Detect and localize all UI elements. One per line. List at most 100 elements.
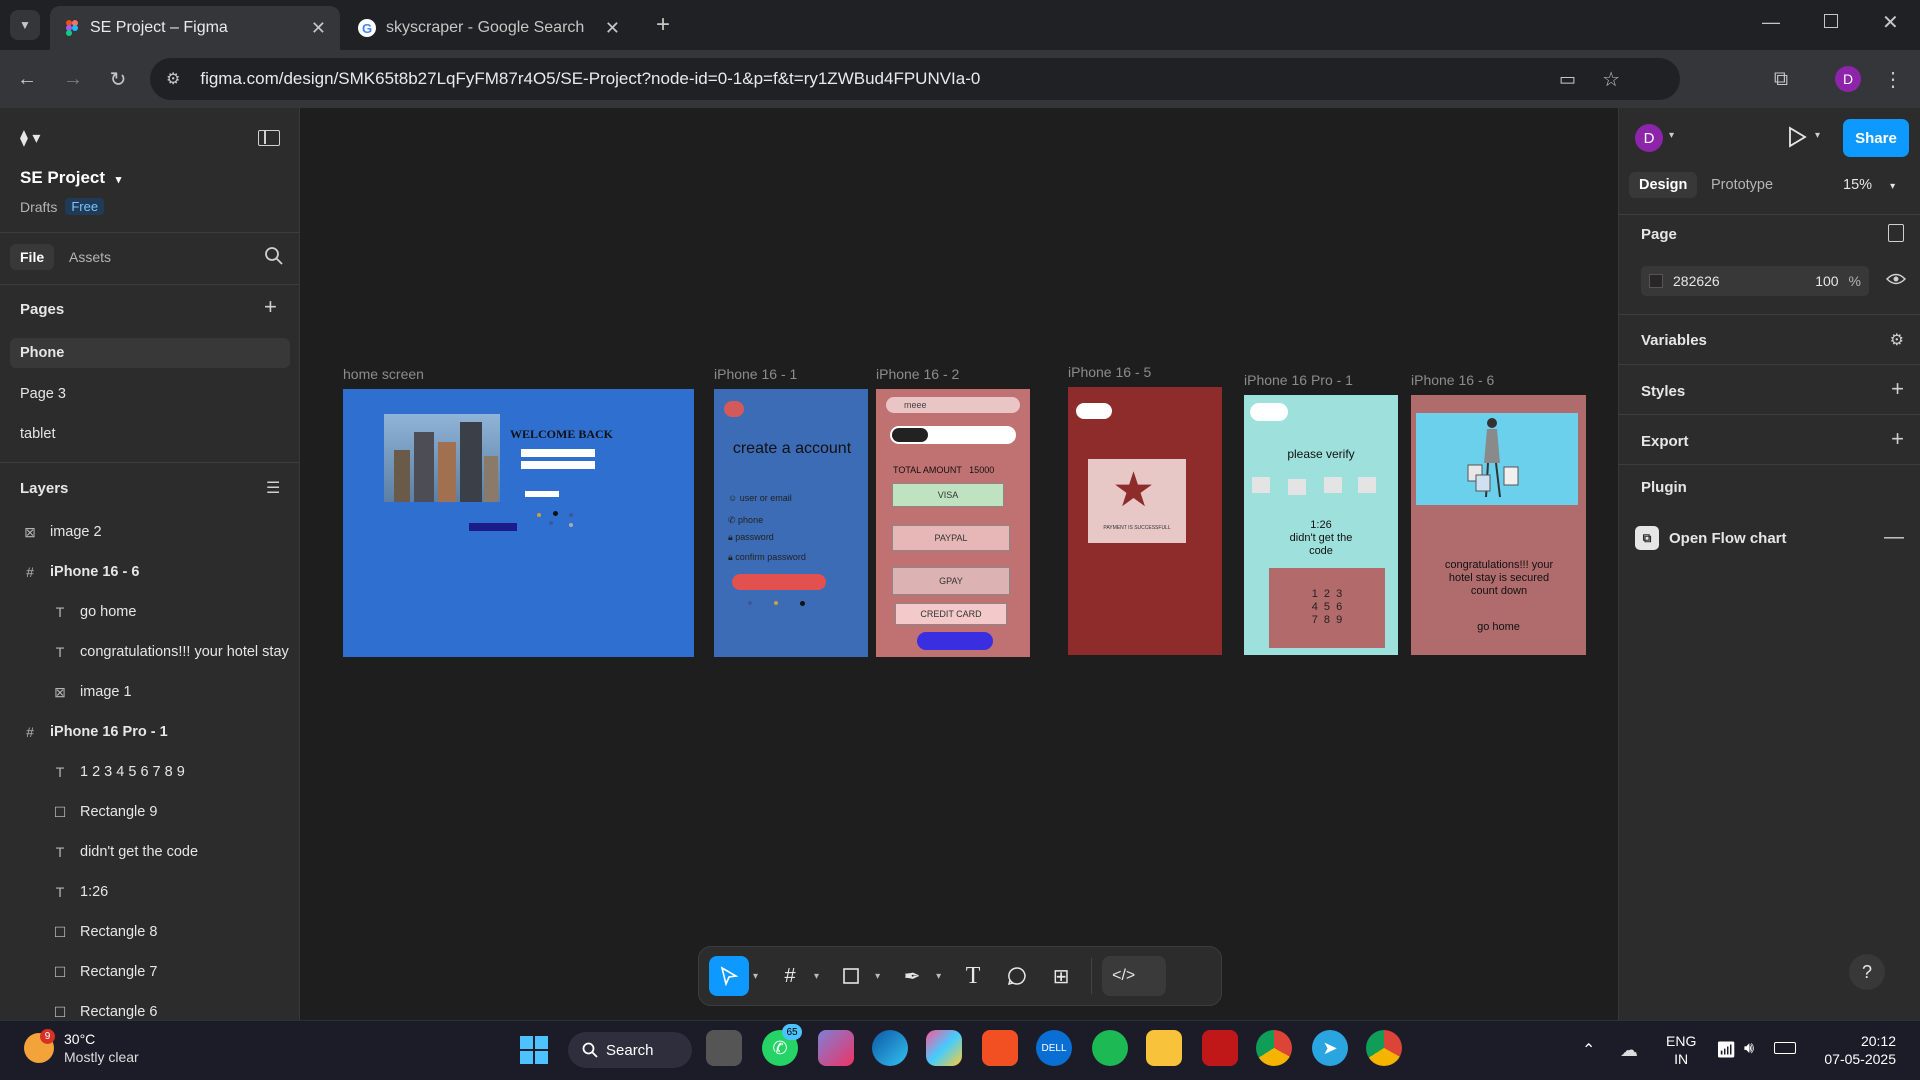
weather-widget[interactable]: 9 30°C Mostly clear <box>24 1029 139 1066</box>
chevron-down-icon[interactable]: ▾ <box>936 971 941 982</box>
frame-label-iphone-16-pro-1[interactable]: iPhone 16 Pro - 1 <box>1244 372 1353 388</box>
frame-label-iphone-16-2[interactable]: iPhone 16 - 2 <box>876 366 959 382</box>
add-style-icon[interactable]: + <box>1891 376 1904 402</box>
add-export-icon[interactable]: + <box>1891 426 1904 452</box>
photos-icon[interactable] <box>818 1030 854 1066</box>
search-layers-icon[interactable] <box>264 246 284 266</box>
page-item-phone[interactable]: Phone <box>10 338 290 368</box>
layer-row[interactable]: # iPhone 16 Pro - 1 <box>0 712 299 752</box>
frame-label-iphone-16-5[interactable]: iPhone 16 - 5 <box>1068 364 1151 380</box>
windows-start-icon[interactable] <box>520 1036 548 1064</box>
minimize-button[interactable]: — <box>1762 12 1780 33</box>
tab-search-dropdown[interactable]: ▼ <box>10 10 40 40</box>
copilot-icon[interactable] <box>926 1030 962 1066</box>
dev-mode-icon[interactable]: </> <box>1102 956 1167 996</box>
page-opacity[interactable]: 100 <box>1815 273 1838 289</box>
show-hidden-icons[interactable]: ⌃ <box>1582 1040 1595 1060</box>
forward-icon[interactable]: → <box>58 64 88 94</box>
page-item-page-3[interactable]: Page 3 <box>20 386 66 402</box>
layer-row[interactable]: Tdidn't get the code <box>0 832 299 872</box>
remove-plugin-icon[interactable]: — <box>1884 526 1904 549</box>
frame-iphone-16-5[interactable]: ★ PAYMENT IS SUCCESSFULL <box>1068 387 1222 655</box>
omnibox[interactable]: ⚙ figma.com/design/SMK65t8b27LqFyFM87r4O… <box>150 58 1680 100</box>
task-view-icon[interactable] <box>706 1030 742 1066</box>
close-tab-icon[interactable]: ✕ <box>311 18 326 39</box>
frame-home-screen[interactable]: WELCOME BACK <box>343 389 694 657</box>
file-explorer-icon[interactable] <box>1146 1030 1182 1066</box>
move-tool-icon[interactable] <box>709 956 749 996</box>
reload-icon[interactable]: ↻ <box>103 64 133 94</box>
chevron-down-icon[interactable]: ▾ <box>875 971 880 982</box>
share-button[interactable]: Share <box>1843 119 1909 157</box>
spotify-icon[interactable] <box>1092 1030 1128 1066</box>
telegram-icon[interactable]: ➤ <box>1312 1030 1348 1066</box>
color-swatch[interactable] <box>1649 274 1663 288</box>
eye-icon[interactable] <box>1886 272 1906 286</box>
layer-row[interactable]: T 1 2 3 4 5 6 7 8 9 <box>0 752 299 792</box>
restore-button[interactable] <box>1824 14 1838 28</box>
frame-iphone-16-pro-1[interactable]: please verify 1:26 didn't get the code 1… <box>1244 395 1398 655</box>
edge-icon[interactable] <box>872 1030 908 1066</box>
cast-icon[interactable]: ▭ <box>1559 69 1576 90</box>
url-text[interactable]: figma.com/design/SMK65t8b27LqFyFM87r4O5/… <box>200 69 980 89</box>
tab-design[interactable]: Design <box>1629 172 1698 198</box>
site-settings-icon[interactable]: ⚙ <box>166 69 180 89</box>
layer-row[interactable]: ☐ Rectangle 9 <box>0 792 299 832</box>
rectangle-tool-icon[interactable] <box>831 956 871 996</box>
zoom-control[interactable]: 15% ▾ <box>1843 177 1895 193</box>
chrome-profile-icon[interactable] <box>1366 1030 1402 1066</box>
extensions-icon[interactable]: ⧉ <box>1766 64 1796 94</box>
tab-assets[interactable]: Assets <box>69 249 111 265</box>
browser-menu-icon[interactable]: ⋮ <box>1878 64 1908 94</box>
help-icon[interactable]: ? <box>1849 954 1885 990</box>
figma-menu-icon[interactable]: ⧫ ▾ <box>20 128 40 148</box>
chevron-down-icon[interactable]: ▾ <box>814 971 819 982</box>
present-play-icon[interactable] <box>1787 126 1807 148</box>
page-color-hex[interactable]: 282626 <box>1673 273 1815 289</box>
frame-label-home-screen[interactable]: home screen <box>343 366 424 382</box>
tab-prototype[interactable]: Prototype <box>1711 177 1773 193</box>
mcafee-icon[interactable] <box>1202 1030 1238 1066</box>
components-tool-icon[interactable]: ⊞ <box>1041 956 1081 996</box>
tab-google[interactable]: G skyscraper - Google Search ✕ <box>344 6 634 50</box>
toggle-sidebar-icon[interactable] <box>258 130 280 146</box>
variables-label[interactable]: Variables <box>1641 332 1707 349</box>
export-label[interactable]: Export <box>1641 433 1689 450</box>
language-indicator[interactable]: ENG IN <box>1666 1032 1696 1068</box>
styles-label[interactable]: Styles <box>1641 383 1685 400</box>
user-avatar[interactable]: D <box>1635 124 1663 152</box>
layer-row[interactable]: Tgo home <box>0 592 299 632</box>
clock[interactable]: 20:12 07-05-2025 <box>1806 1032 1896 1068</box>
pen-tool-icon[interactable]: ✒ <box>892 956 932 996</box>
canvas[interactable]: home screen iPhone 16 - 1 iPhone 16 - 2 … <box>300 108 1618 1020</box>
page-color-field[interactable]: 282626 100 % <box>1641 266 1869 296</box>
chevron-down-icon[interactable]: ▾ <box>753 971 758 982</box>
chrome-icon[interactable] <box>1256 1030 1292 1066</box>
taskbar-search[interactable]: Search <box>568 1032 692 1068</box>
close-window-button[interactable]: ✕ <box>1882 10 1899 35</box>
dell-icon[interactable]: DELL <box>1036 1030 1072 1066</box>
layer-row[interactable]: ⊠ image 2 <box>0 512 299 552</box>
frame-iphone-16-1[interactable]: create a account ☺ user or email ✆ phone… <box>714 389 868 657</box>
variables-icon[interactable]: ⚙ <box>1890 330 1904 350</box>
store-icon[interactable] <box>982 1030 1018 1066</box>
page-item-tablet[interactable]: tablet <box>20 426 55 442</box>
text-tool-icon[interactable]: T <box>953 956 993 996</box>
avatar-dropdown-icon[interactable]: ▾ <box>1669 130 1674 141</box>
collapse-layers-icon[interactable]: ☰ <box>266 478 280 498</box>
tab-figma[interactable]: SE Project – Figma ✕ <box>50 6 340 50</box>
close-tab-icon[interactable]: ✕ <box>605 18 620 39</box>
comment-tool-icon[interactable] <box>997 956 1037 996</box>
frame-label-iphone-16-6[interactable]: iPhone 16 - 6 <box>1411 372 1494 388</box>
onedrive-icon[interactable]: ☁ <box>1620 1040 1638 1061</box>
frame-tool-icon[interactable]: # <box>770 956 810 996</box>
back-icon[interactable]: ← <box>12 64 42 94</box>
layer-row[interactable]: T 1:26 <box>0 872 299 912</box>
new-tab-button[interactable]: + <box>648 10 678 40</box>
volume-icon[interactable]: 🔊︎ <box>1744 1040 1754 1058</box>
layer-row[interactable]: ☐ Rectangle 8 <box>0 912 299 952</box>
frame-label-iphone-16-1[interactable]: iPhone 16 - 1 <box>714 366 797 382</box>
page-settings-icon[interactable] <box>1888 224 1904 242</box>
plugin-item[interactable]: ⧉ Open Flow chart <box>1635 526 1905 550</box>
frame-iphone-16-2[interactable]: meee TOTAL AMOUNT 15000 VISA PAYPAL GPAY… <box>876 389 1030 657</box>
